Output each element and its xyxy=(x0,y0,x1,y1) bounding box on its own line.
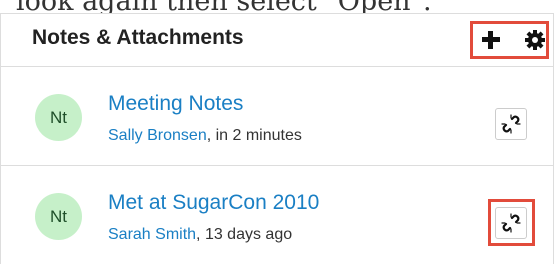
note-title-link[interactable]: Meeting Notes xyxy=(108,92,243,116)
dashlet-title: Notes & Attachments xyxy=(32,26,244,49)
plus-icon[interactable] xyxy=(481,30,501,50)
list-item: Nt Meeting Notes Sally Bronsen, in 2 min… xyxy=(1,67,553,166)
unlink-button[interactable] xyxy=(495,108,527,140)
author-link[interactable]: Sally Bronsen xyxy=(108,127,207,144)
note-meta: Sarah Smith, 13 days ago xyxy=(108,226,292,244)
note-title-link[interactable]: Met at SugarCon 2010 xyxy=(108,191,319,215)
list-item: Nt Met at SugarCon 2010 Sarah Smith, 13 … xyxy=(1,166,553,264)
unlink-button[interactable] xyxy=(495,207,527,239)
gear-icon[interactable] xyxy=(524,29,546,51)
unlink-icon xyxy=(501,213,521,233)
author-link[interactable]: Sarah Smith xyxy=(108,226,196,243)
note-meta: Sally Bronsen, in 2 minutes xyxy=(108,127,302,145)
note-time: , 13 days ago xyxy=(196,226,293,243)
unlink-icon xyxy=(501,114,521,134)
note-time: , in 2 minutes xyxy=(206,127,302,144)
dashlet-header: Notes & Attachments xyxy=(1,14,553,67)
notes-attachments-dashlet: Notes & Attachments Nt Meeting Notes Sal… xyxy=(0,13,554,264)
avatar: Nt xyxy=(35,193,82,240)
avatar: Nt xyxy=(35,94,82,141)
